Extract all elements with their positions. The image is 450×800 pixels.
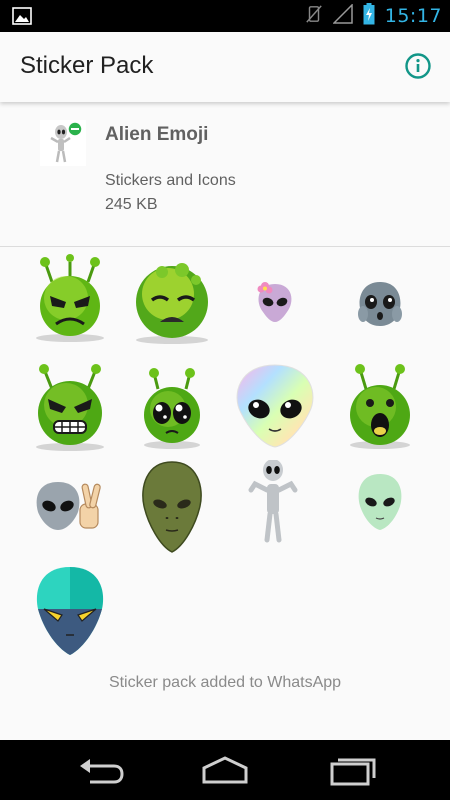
back-icon bbox=[80, 759, 124, 784]
pack-name: Alien Emoji bbox=[105, 124, 209, 145]
status-time: 15:17 bbox=[384, 5, 442, 27]
sticker-teal-alien-head[interactable] bbox=[20, 565, 120, 665]
sticker-rainbow-alien[interactable] bbox=[225, 355, 325, 455]
info-button[interactable] bbox=[404, 52, 432, 80]
sticker-shocked-green-alien[interactable] bbox=[330, 355, 430, 455]
home-button[interactable] bbox=[200, 754, 250, 786]
pack-size: 245 KB bbox=[105, 196, 158, 213]
sticker-mint-alien-head[interactable] bbox=[330, 460, 430, 560]
page-title: Sticker Pack bbox=[20, 52, 154, 79]
info-icon bbox=[405, 53, 431, 79]
battery-icon bbox=[363, 2, 375, 30]
sticker-sad-green-alien[interactable] bbox=[122, 250, 222, 350]
app-screen: Sticker Pack Alien Emoji Stickers and Ic… bbox=[0, 32, 450, 740]
recents-button[interactable] bbox=[328, 754, 378, 786]
sticker-screaming-gray-alien[interactable] bbox=[330, 250, 430, 350]
image-notification-icon bbox=[12, 6, 32, 26]
sticker-flower-purple-alien[interactable] bbox=[225, 250, 325, 350]
status-bar: 15:17 bbox=[0, 0, 450, 32]
pack-tray-icon bbox=[40, 120, 86, 166]
back-button[interactable] bbox=[76, 754, 126, 786]
app-bar: Sticker Pack bbox=[0, 32, 450, 102]
signal-icon bbox=[331, 2, 353, 29]
sticker-olive-alien-head[interactable] bbox=[122, 460, 222, 560]
pack-added-status: Sticker pack added to WhatsApp bbox=[108, 674, 342, 691]
sticker-teary-green-alien[interactable] bbox=[122, 355, 222, 455]
pack-publisher: Stickers and Icons bbox=[105, 172, 236, 189]
pack-header: Alien Emoji Stickers and Icons 245 KB bbox=[0, 102, 450, 247]
sticker-gray-alien-figure[interactable] bbox=[225, 460, 325, 560]
navigation-bar bbox=[0, 740, 450, 800]
sticker-angry-green-alien[interactable] bbox=[20, 250, 120, 350]
home-icon bbox=[202, 756, 248, 784]
sticker-furious-green-alien[interactable] bbox=[20, 355, 120, 455]
vibrate-off-icon bbox=[305, 3, 323, 30]
sticker-peace-sign-alien[interactable] bbox=[20, 460, 120, 560]
recents-icon bbox=[330, 758, 376, 786]
